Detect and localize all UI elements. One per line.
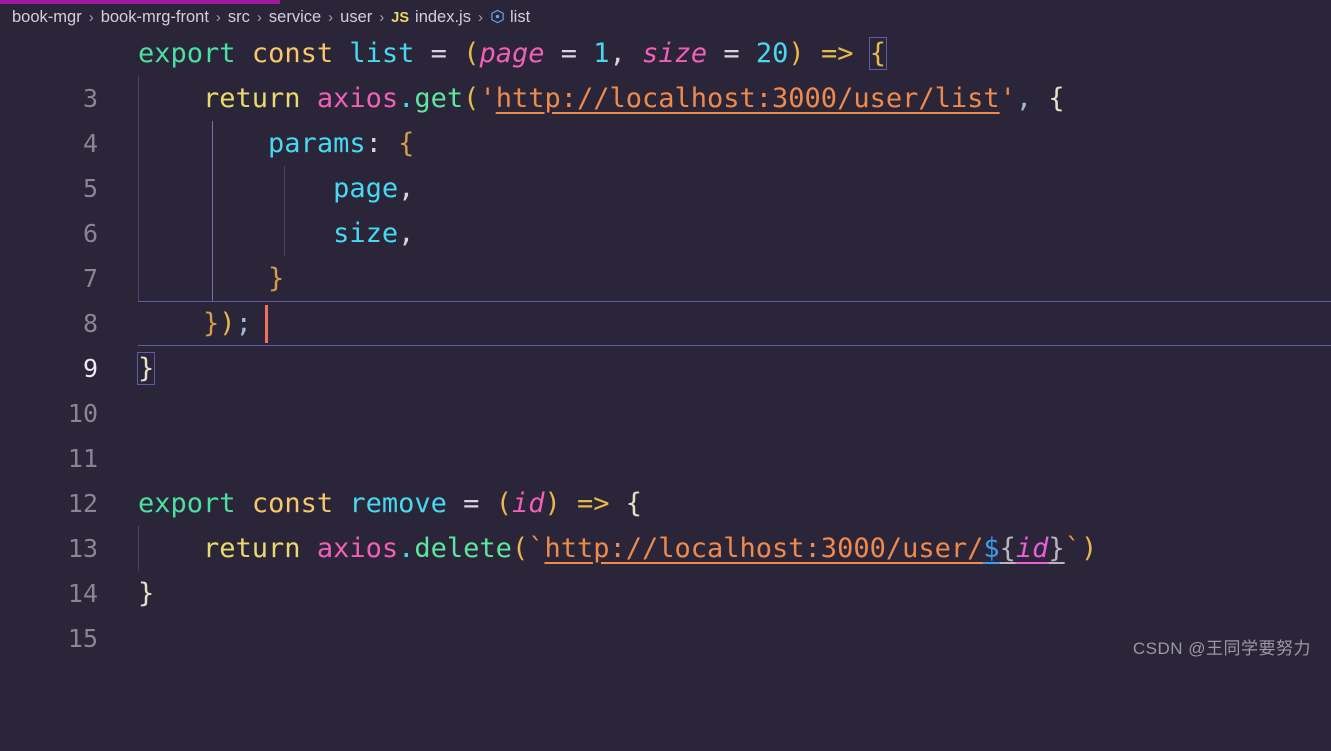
breadcrumb-item-src[interactable]: src — [228, 8, 250, 27]
code-content[interactable]: export const list = (page = 1, size = 20… — [138, 31, 888, 76]
code-line-7[interactable]: 7 size, — [0, 211, 1331, 293]
breadcrumb-separator: › — [477, 9, 483, 26]
code-content[interactable]: }); — [138, 301, 252, 346]
code-line-6[interactable]: 6 page, — [0, 166, 1331, 248]
code-line-3[interactable]: 3 export const list = (page = 1, size = … — [0, 31, 1331, 113]
code-editor[interactable]: 3 export const list = (page = 1, size = … — [0, 31, 1331, 669]
code-line-15[interactable]: 15 } — [0, 571, 1331, 653]
breadcrumb-separator: › — [328, 9, 334, 26]
breadcrumb[interactable]: book-mgr › book-mrg-front › src › servic… — [0, 4, 1331, 31]
code-line-8[interactable]: 8 } — [0, 256, 1331, 338]
code-content[interactable]: return axios.get('http://localhost:3000/… — [138, 76, 1065, 121]
code-content[interactable]: } — [138, 256, 284, 301]
code-line-12[interactable]: 12 — [0, 436, 1331, 518]
code-content[interactable]: page, — [138, 166, 414, 211]
breadcrumb-item-book-mgr[interactable]: book-mgr — [12, 8, 82, 27]
code-line-11[interactable]: 11 — [0, 391, 1331, 473]
code-content[interactable]: return axios.delete(`http://localhost:30… — [138, 526, 1097, 571]
watermark: CSDN @王同学要努力 — [1132, 639, 1311, 658]
code-line-13[interactable]: 13 export const remove = (id) => { — [0, 481, 1331, 563]
code-line-14[interactable]: 14 return axios.delete(`http://localhost… — [0, 526, 1331, 608]
code-line-4[interactable]: 4 return axios.get('http://localhost:300… — [0, 76, 1331, 158]
text-cursor — [265, 305, 268, 343]
code-line-5[interactable]: 5 params: { — [0, 121, 1331, 203]
breadcrumb-item-user[interactable]: user — [340, 8, 372, 27]
line-number: 15 — [67, 624, 98, 653]
code-content[interactable]: params: { — [138, 121, 414, 166]
breadcrumb-separator: › — [88, 9, 94, 26]
code-content[interactable]: } — [136, 346, 156, 391]
code-content[interactable]: export const remove = (id) => { — [138, 481, 642, 526]
breadcrumb-item-list-symbol[interactable]: list — [510, 8, 530, 27]
js-file-icon: JS — [391, 9, 410, 26]
breadcrumb-item-book-mrg-front[interactable]: book-mrg-front — [101, 8, 209, 27]
code-content[interactable]: } — [138, 571, 154, 616]
code-line-9[interactable]: 9 }); — [0, 301, 1331, 383]
breadcrumb-item-index-js[interactable]: index.js — [415, 8, 471, 27]
breadcrumb-separator: › — [215, 9, 221, 26]
code-line-10[interactable]: 10 } — [0, 346, 1331, 428]
active-line-highlight — [138, 301, 1331, 346]
breadcrumb-separator: › — [256, 9, 262, 26]
symbol-method-icon — [490, 9, 505, 24]
breadcrumb-separator: › — [379, 9, 385, 26]
breadcrumb-item-service[interactable]: service — [269, 8, 321, 27]
code-content[interactable]: size, — [138, 211, 414, 256]
